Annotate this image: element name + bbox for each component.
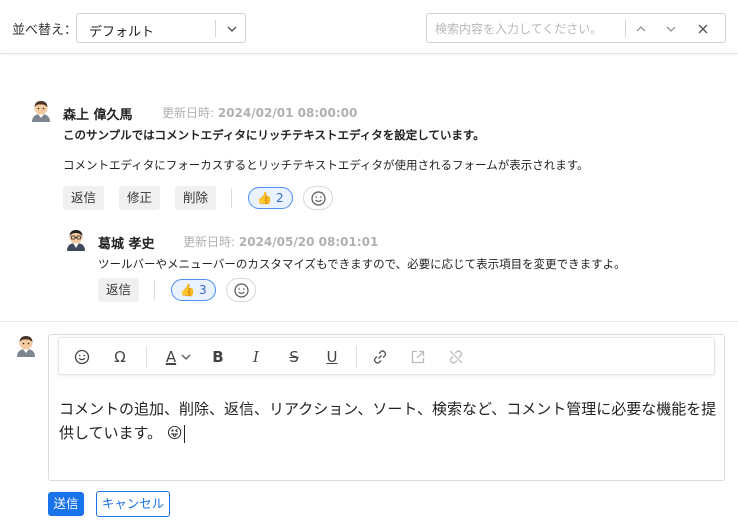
text-caret: [184, 424, 186, 443]
comment-text-line: このサンプルではコメントエディタにリッチテキストエディタを設定しています。: [63, 128, 485, 142]
updated-label: 更新日時:: [183, 235, 236, 249]
divider: [0, 321, 738, 322]
add-reaction-button[interactable]: [303, 186, 333, 210]
toolbar-divider: [356, 346, 357, 368]
updated-timestamp: 2024/05/20 08:01:01: [238, 235, 379, 249]
special-character-icon[interactable]: Ω: [109, 346, 131, 368]
thumbs-up-icon: 👍: [257, 191, 272, 205]
chevron-down-icon: [227, 26, 237, 32]
comment-text-line: コメントエディタにフォーカスするとリッチテキストエディタが使用されるフォームが表…: [63, 158, 589, 172]
editor-toolbar: Ω A B I S U: [58, 337, 715, 375]
italic-icon[interactable]: I: [245, 346, 267, 368]
edit-button[interactable]: 修正: [119, 186, 161, 210]
open-link-icon[interactable]: [407, 346, 429, 368]
strikethrough-icon[interactable]: S: [283, 346, 305, 368]
sort-value: デフォルト: [89, 25, 155, 40]
sort-label: 並べ替え：: [12, 23, 78, 38]
comments-header: 並べ替え： デフォルト: [0, 0, 738, 54]
reply-author: 葛城 孝史: [98, 237, 155, 252]
avatar: [17, 336, 35, 357]
reply-updated: 更新日時: 2024/05/20 08:01:01: [183, 233, 378, 250]
winking-tongue-emoji: 😜: [166, 424, 183, 442]
toolbar-divider: [146, 346, 147, 368]
reaction-thumbs-up[interactable]: 👍 2: [248, 187, 293, 209]
chevron-down-icon[interactable]: [179, 346, 193, 368]
reply-button[interactable]: 返信: [63, 186, 105, 210]
comment-author: 森上 偉久馬: [63, 108, 133, 123]
close-icon[interactable]: [695, 21, 711, 37]
cancel-button[interactable]: キャンセル: [96, 491, 170, 517]
avatar: [32, 101, 50, 122]
reaction-count: 3: [198, 283, 207, 297]
chevron-down-icon[interactable]: [663, 21, 679, 37]
reply-text-line: ツールバーやメニューバーのカスタマイズもできますので、必要に応じて表示項目を変更…: [98, 257, 626, 271]
updated-label: 更新日時:: [162, 106, 215, 120]
avatar: [67, 230, 85, 251]
action-divider: [154, 280, 155, 300]
underline-icon[interactable]: U: [321, 346, 343, 368]
editor-text: コメントの追加、削除、返信、リアクション、ソート、検索など、コメント管理に必要な…: [59, 400, 717, 442]
sort-dropdown[interactable]: デフォルト: [76, 13, 246, 43]
unlink-icon[interactable]: [445, 346, 467, 368]
reaction-thumbs-up[interactable]: 👍 3: [171, 279, 216, 301]
sort-divider: [215, 20, 216, 37]
smile-icon: [234, 283, 249, 298]
search-box: [426, 13, 726, 43]
action-divider: [231, 188, 232, 208]
thumbs-up-icon: 👍: [180, 283, 195, 297]
bold-icon[interactable]: B: [207, 346, 229, 368]
updated-timestamp: 2024/02/01 08:00:00: [217, 106, 358, 120]
chevron-up-icon[interactable]: [633, 21, 649, 37]
reaction-count: 2: [275, 191, 284, 205]
add-reaction-button[interactable]: [226, 278, 256, 302]
editor-content[interactable]: コメントの追加、削除、返信、リアクション、ソート、検索など、コメント管理に必要な…: [59, 397, 719, 445]
reply-button[interactable]: 返信: [98, 278, 140, 302]
search-input[interactable]: [435, 19, 621, 38]
comment-editor[interactable]: Ω A B I S U コメントの追加、削除、返信、リアクション、ソート、検索な…: [48, 334, 725, 481]
emoji-icon[interactable]: [71, 346, 93, 368]
link-icon[interactable]: [369, 346, 391, 368]
comment-updated: 更新日時: 2024/02/01 08:00:00: [162, 104, 357, 121]
smile-icon: [311, 191, 326, 206]
send-button[interactable]: 送信: [48, 492, 84, 516]
delete-button[interactable]: 削除: [175, 186, 217, 210]
search-divider: [625, 20, 626, 37]
